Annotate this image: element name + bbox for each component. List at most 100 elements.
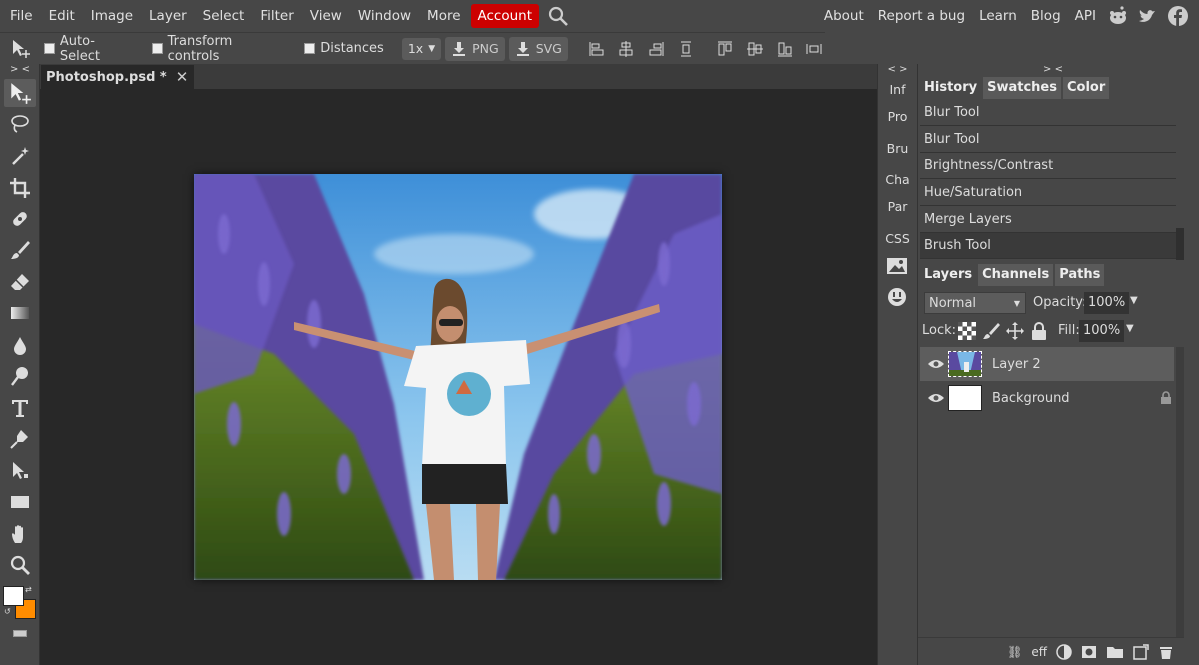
mini-panel-character[interactable]: Cha — [878, 172, 917, 187]
mini-panel-paragraph[interactable]: Par — [878, 199, 917, 214]
history-item[interactable]: Brightness/Contrast — [920, 153, 1176, 179]
search-icon[interactable] — [547, 5, 569, 27]
menu-file[interactable]: File — [2, 4, 41, 28]
menu-layer[interactable]: Layer — [141, 4, 195, 28]
visibility-eye-icon[interactable] — [927, 392, 945, 404]
lock-all-icon[interactable] — [1031, 321, 1047, 345]
history-scrollbar[interactable] — [1176, 228, 1184, 260]
foreground-color-swatch[interactable] — [3, 586, 24, 606]
distances-checkbox[interactable]: Distances — [304, 41, 384, 56]
align-center-h-icon[interactable] — [616, 38, 638, 60]
menu-window[interactable]: Window — [350, 4, 419, 28]
eraser-tool[interactable] — [4, 268, 36, 296]
shape-tool[interactable] — [4, 488, 36, 516]
mini-panel-css[interactable]: CSS — [878, 231, 917, 246]
crop-tool[interactable] — [4, 174, 36, 202]
mini-panel-brush[interactable]: Bru — [878, 141, 917, 156]
path-select-tool[interactable] — [4, 457, 36, 485]
transform-controls-checkbox[interactable]: Transform controls — [151, 34, 286, 64]
lock-pixels-icon[interactable] — [982, 322, 1000, 344]
layer-row[interactable]: Background — [920, 381, 1174, 415]
visibility-eye-icon[interactable] — [927, 358, 945, 370]
tab-history[interactable]: History — [920, 77, 982, 99]
link-report-bug[interactable]: Report a bug — [871, 4, 972, 28]
fill-input[interactable]: 100% — [1079, 320, 1125, 342]
lock-position-icon[interactable] — [1006, 322, 1024, 344]
gradient-tool[interactable] — [4, 299, 36, 327]
lasso-tool[interactable] — [4, 110, 36, 138]
right-panel-toggle[interactable]: > < — [918, 64, 1188, 76]
menu-select[interactable]: Select — [195, 4, 253, 28]
mini-panel-toggle[interactable]: < > — [878, 64, 917, 76]
layer-row[interactable]: Layer 2 — [920, 347, 1174, 381]
fill-dropdown-icon[interactable]: ▼ — [1126, 323, 1134, 334]
adjustment-layer-icon[interactable] — [1056, 643, 1072, 660]
image-icon[interactable] — [886, 257, 908, 279]
toolbar-collapse-toggle[interactable]: > < — [0, 64, 40, 76]
quick-mask-icon[interactable] — [13, 630, 27, 637]
align-left-icon[interactable] — [586, 38, 608, 60]
history-item[interactable]: Merge Layers — [920, 207, 1176, 233]
document-tab[interactable]: Photoshop.psd * ✕ — [41, 65, 195, 89]
pen-tool[interactable] — [4, 425, 36, 453]
menu-filter[interactable]: Filter — [252, 4, 301, 28]
reset-colors-icon[interactable]: ↺ — [4, 607, 14, 617]
lock-transparency-icon[interactable] — [958, 322, 976, 344]
magic-wand-tool[interactable] — [4, 142, 36, 170]
tab-color[interactable]: Color — [1062, 77, 1110, 99]
twitter-icon[interactable] — [1137, 5, 1159, 27]
tab-paths[interactable]: Paths — [1055, 264, 1105, 286]
facebook-icon[interactable] — [1167, 5, 1189, 27]
blend-mode-dropdown[interactable]: Normal ▼ — [924, 292, 1026, 314]
align-middle-v-icon[interactable] — [744, 38, 766, 60]
layer-mask-icon[interactable] — [1081, 645, 1097, 659]
link-api[interactable]: API — [1068, 4, 1103, 28]
distribute-v-icon[interactable] — [803, 38, 825, 60]
tab-swatches[interactable]: Swatches — [983, 77, 1061, 99]
new-layer-icon[interactable] — [1133, 643, 1149, 660]
link-blog[interactable]: Blog — [1024, 4, 1068, 28]
zoom-dropdown[interactable]: 1x ▼ — [401, 37, 442, 60]
hand-tool[interactable] — [4, 520, 36, 548]
align-right-icon[interactable] — [645, 38, 667, 60]
type-tool[interactable] — [4, 394, 36, 422]
move-tool[interactable] — [4, 79, 36, 107]
tab-layers[interactable]: Layers — [920, 264, 977, 286]
account-button[interactable]: Account — [470, 4, 540, 28]
opacity-dropdown-icon[interactable]: ▼ — [1130, 295, 1138, 306]
healing-tool[interactable] — [4, 205, 36, 233]
smiley-icon[interactable] — [886, 286, 908, 312]
menu-view[interactable]: View — [302, 4, 350, 28]
layers-scrollbar-track[interactable] — [1176, 347, 1184, 637]
mini-panel-info[interactable]: Inf — [878, 82, 917, 97]
canvas-image[interactable] — [194, 174, 722, 580]
menu-more[interactable]: More — [419, 4, 468, 28]
align-bottom-icon[interactable] — [774, 38, 796, 60]
menu-edit[interactable]: Edit — [41, 4, 83, 28]
mini-panel-properties[interactable]: Pro — [878, 109, 917, 124]
layer-effects-button[interactable]: eff — [1031, 645, 1047, 659]
zoom-tool[interactable] — [4, 551, 36, 579]
distribute-h-icon[interactable] — [675, 38, 697, 60]
history-item-current[interactable]: Brush Tool — [920, 233, 1176, 259]
align-top-icon[interactable] — [714, 38, 736, 60]
dodge-tool[interactable] — [4, 362, 36, 390]
history-item[interactable]: Blur Tool — [920, 100, 1176, 126]
history-item[interactable]: Blur Tool — [920, 127, 1176, 153]
brush-tool[interactable] — [4, 236, 36, 264]
close-icon[interactable]: ✕ — [176, 68, 189, 86]
new-group-icon[interactable] — [1106, 645, 1124, 659]
link-layers-icon[interactable]: ⛓ — [1007, 645, 1022, 659]
menu-image[interactable]: Image — [83, 4, 141, 28]
auto-select-checkbox[interactable]: Auto-Select — [44, 34, 134, 64]
history-item[interactable]: Hue/Saturation — [920, 180, 1176, 206]
blur-tool[interactable] — [4, 331, 36, 359]
link-learn[interactable]: Learn — [972, 4, 1024, 28]
delete-layer-icon[interactable] — [1158, 644, 1174, 660]
opacity-input[interactable]: 100% — [1084, 292, 1130, 314]
reddit-icon[interactable] — [1107, 5, 1129, 27]
swap-colors-icon[interactable]: ⇄ — [25, 585, 35, 595]
export-png-button[interactable]: PNG — [445, 36, 505, 61]
link-about[interactable]: About — [817, 4, 871, 28]
tab-channels[interactable]: Channels — [978, 264, 1054, 286]
